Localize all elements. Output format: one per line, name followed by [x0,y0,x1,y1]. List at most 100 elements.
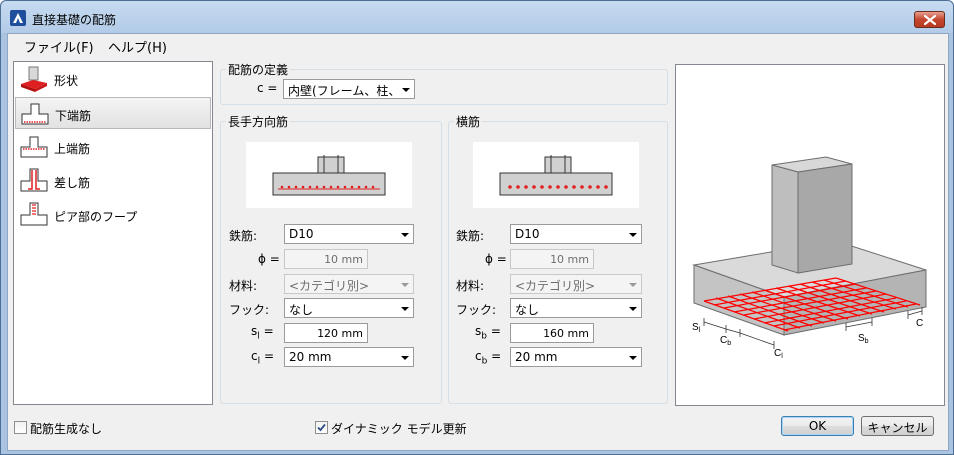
long-bar-label: 鉄筋: [229,229,258,243]
trans-hook-label: フック: [456,303,497,317]
preview-label-s-l-sub: l [699,327,701,334]
c-label: c = [257,81,278,95]
list-item-pier-hoop[interactable]: ピア部のフープ [15,199,211,231]
label-eq: = [490,324,501,338]
cancel-button[interactable]: キャンセル [861,416,934,436]
preview-label-s-b-sub: b [865,338,869,345]
transverse-section-diagram [473,142,639,208]
definition-group-title: 配筋の定義 [226,61,291,78]
dialog-window: 直接基礎の配筋 ファイル(F) ヘルプ(H) 形状 下端筋 上端筋 差し筋 ピア… [0,0,954,455]
trans-material-combo[interactable]: <カテゴリ別> [510,274,642,294]
long-spacing-field[interactable]: 120 mm [284,323,368,343]
label-eq: = [263,349,275,363]
longitudinal-group-title: 長手方向筋 [226,113,291,130]
preview-label-c-l-sub: l [781,353,783,360]
label-sub: l [257,356,261,367]
combo-value: D10 [515,227,540,241]
list-item-label: 下端筋 [55,109,92,123]
combo-value: なし [289,303,314,317]
list-item-top-rebar[interactable]: 上端筋 [15,131,211,163]
ok-button[interactable]: OK [781,416,854,436]
chevron-down-icon [401,283,409,287]
trans-spacing-label: sb = [475,324,501,341]
trans-phi-field[interactable]: 10 mm [510,249,594,269]
combo-value: D10 [289,227,314,241]
combo-value: 内壁(フレーム、柱、およ [288,84,398,98]
combo-value: <カテゴリ別> [515,279,596,293]
close-button[interactable] [914,11,945,28]
dynamic-update-label: ダイナミック モデル更新 [331,422,467,436]
c-definition-combo[interactable]: 内壁(フレーム、柱、およ [283,79,415,99]
label-main: c [475,349,482,363]
menu-bar: ファイル(F) ヘルプ(H) [8,34,948,56]
trans-material-label: 材料: [456,279,485,293]
menu-file[interactable]: ファイル(F) [24,37,94,56]
chevron-down-icon [629,307,637,311]
long-material-label: 材料: [229,279,258,293]
label-sub: b [481,356,488,367]
trans-hook-combo[interactable]: なし [510,298,642,318]
list-item-shape[interactable]: 形状 [15,63,211,95]
svg-text:Cb: Cb [720,335,731,347]
label-eq: = [263,324,274,338]
long-hook-label: フック: [229,303,270,317]
bottom-rebar-icon [21,103,49,125]
label-sub: l [257,331,260,342]
long-phi-label: ϕ = [258,252,280,266]
window-title: 直接基礎の配筋 [32,13,117,27]
no-rebar-checkbox[interactable] [14,421,27,434]
footing-3d-drawing: Sl Cb Cl Sb C [692,156,927,360]
long-material-combo[interactable]: <カテゴリ別> [284,274,414,294]
transverse-group-title: 横筋 [454,113,483,130]
dowel-rebar-icon [20,168,48,192]
svg-text:Cl: Cl [774,348,783,360]
app-icon [10,10,26,26]
menu-help[interactable]: ヘルプ(H) [108,37,167,56]
trans-cover-combo[interactable]: 20 mm [510,347,642,367]
chevron-down-icon [629,233,637,237]
list-item-label: ピア部のフープ [54,210,138,224]
footing-3d-preview: Sl Cb Cl Sb C [675,64,945,406]
combo-value: 20 mm [515,350,558,364]
list-item-label: 上端筋 [54,142,91,156]
long-hook-combo[interactable]: なし [284,298,414,318]
long-cover-label: cl = [251,349,274,366]
long-spacing-label: sl = [251,324,274,341]
dynamic-update-checkbox[interactable] [315,421,328,434]
chevron-down-icon [629,356,637,360]
no-rebar-label: 配筋生成なし [30,422,103,436]
preview-label-c-b-main: C [720,335,727,346]
title-bar[interactable]: 直接基礎の配筋 [1,1,953,33]
trans-spacing-field[interactable]: 160 mm [510,323,594,343]
long-phi-field[interactable]: 10 mm [284,249,368,269]
trans-phi-label: ϕ = [485,252,507,266]
trans-cover-label: cb = [475,349,501,366]
svg-text:Sb: Sb [858,333,869,345]
trans-bar-label: 鉄筋: [456,229,485,243]
footing-shape-icon [21,66,47,92]
combo-value: <カテゴリ別> [289,279,370,293]
combo-value: なし [515,303,540,317]
list-item-bottom-rebar[interactable]: 下端筋 [15,97,211,129]
dialog-client: ファイル(F) ヘルプ(H) 形状 下端筋 上端筋 差し筋 ピア部のフープ 配筋… [7,33,949,451]
long-cover-combo[interactable]: 20 mm [284,347,414,367]
chevron-down-icon [401,307,409,311]
close-icon [924,15,936,25]
combo-value: 20 mm [289,350,332,364]
label-main: c [251,349,258,363]
long-bar-combo[interactable]: D10 [284,224,414,244]
pier-hoop-icon [20,202,48,226]
preview-label-c-l-main: C [774,348,781,359]
list-item-dowel-rebar[interactable]: 差し筋 [15,165,211,197]
trans-bar-combo[interactable]: D10 [510,224,642,244]
checkmark-icon [317,423,326,432]
preview-label-c-b-sub: b [727,340,731,347]
category-list: 形状 下端筋 上端筋 差し筋 ピア部のフープ [13,61,213,405]
top-rebar-icon [20,136,48,158]
label-sub: b [481,331,487,342]
longitudinal-section-diagram [246,142,412,208]
label-eq: = [491,349,502,363]
chevron-down-icon [401,233,409,237]
list-item-label: 形状 [54,74,79,88]
preview-label-c: C [916,318,923,329]
